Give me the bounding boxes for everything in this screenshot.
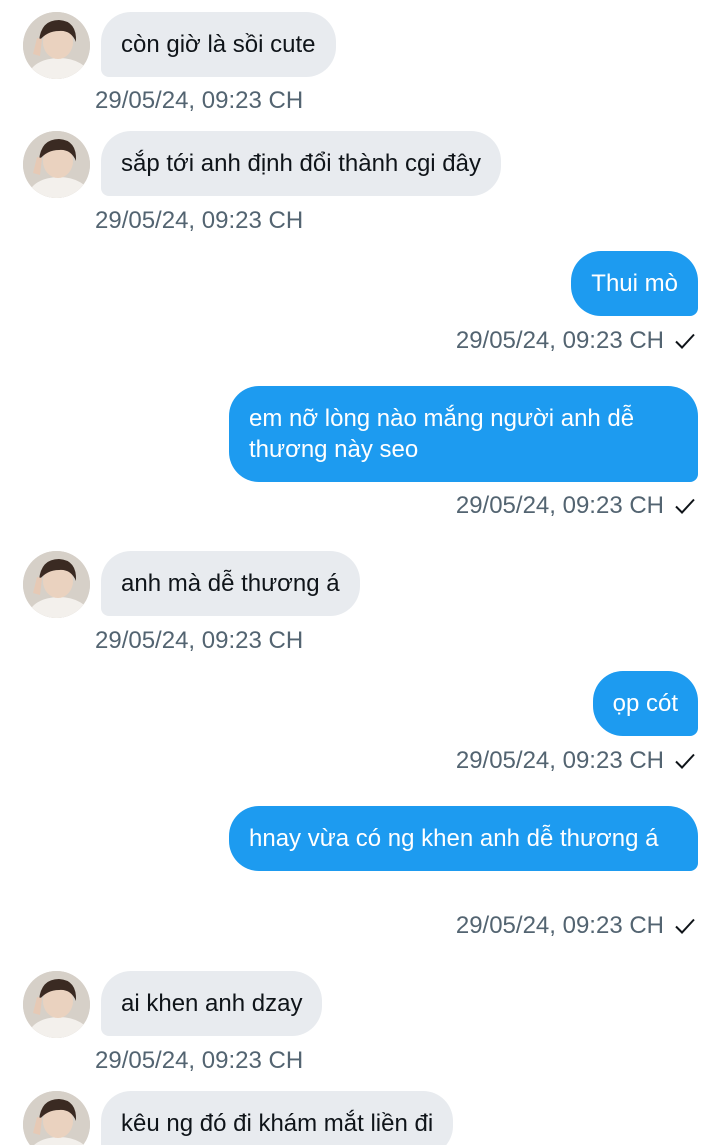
message-bubble[interactable]: ọp cót <box>592 671 698 736</box>
message-bubble[interactable]: Thui mò <box>571 251 698 316</box>
message-bubble[interactable]: ai khen anh dzay <box>101 971 323 1036</box>
message-bubble[interactable]: còn giờ là sồi cute <box>101 12 336 77</box>
avatar[interactable] <box>23 1091 90 1145</box>
check-icon <box>672 913 698 939</box>
check-icon <box>672 328 698 354</box>
check-icon <box>672 493 698 519</box>
message-meta: 29/05/24, 09:23 CH <box>456 912 698 940</box>
message-timestamp: 29/05/24, 09:23 CH <box>95 627 304 654</box>
message-timestamp: 29/05/24, 09:23 CH <box>455 492 664 519</box>
avatar[interactable] <box>23 971 90 1038</box>
message-meta: 29/05/24, 09:23 CH <box>456 747 698 775</box>
message-bubble[interactable]: hnay vừa có ng khen anh dễ thương á <box>229 806 698 871</box>
message-bubble[interactable]: em nỡ lòng nào mắng người anh dễ thương … <box>229 386 698 482</box>
message-timestamp: 29/05/24, 09:23 CH <box>95 87 304 114</box>
avatar[interactable] <box>23 12 90 79</box>
avatar[interactable] <box>23 131 90 198</box>
check-icon <box>672 748 698 774</box>
message-meta: 29/05/24, 09:23 CH <box>456 327 698 355</box>
message-meta: 29/05/24, 09:23 CH <box>456 492 698 520</box>
message-timestamp: 29/05/24, 09:23 CH <box>455 912 664 939</box>
message-bubble[interactable]: kêu ng đó đi khám mắt liền đi <box>101 1091 454 1145</box>
message-bubble[interactable]: anh mà dễ thương á <box>101 551 360 616</box>
avatar[interactable] <box>23 551 90 618</box>
message-timestamp: 29/05/24, 09:23 CH <box>455 327 664 354</box>
message-timestamp: 29/05/24, 09:23 CH <box>455 747 664 774</box>
message-timestamp: 29/05/24, 09:23 CH <box>95 207 304 234</box>
message-timestamp: 29/05/24, 09:23 CH <box>95 1047 304 1074</box>
chat-thread[interactable]: còn giờ là sồi cute 29/05/24, 09:23 CH s… <box>0 0 720 1145</box>
message-bubble[interactable]: sắp tới anh định đổi thành cgi đây <box>101 131 501 196</box>
